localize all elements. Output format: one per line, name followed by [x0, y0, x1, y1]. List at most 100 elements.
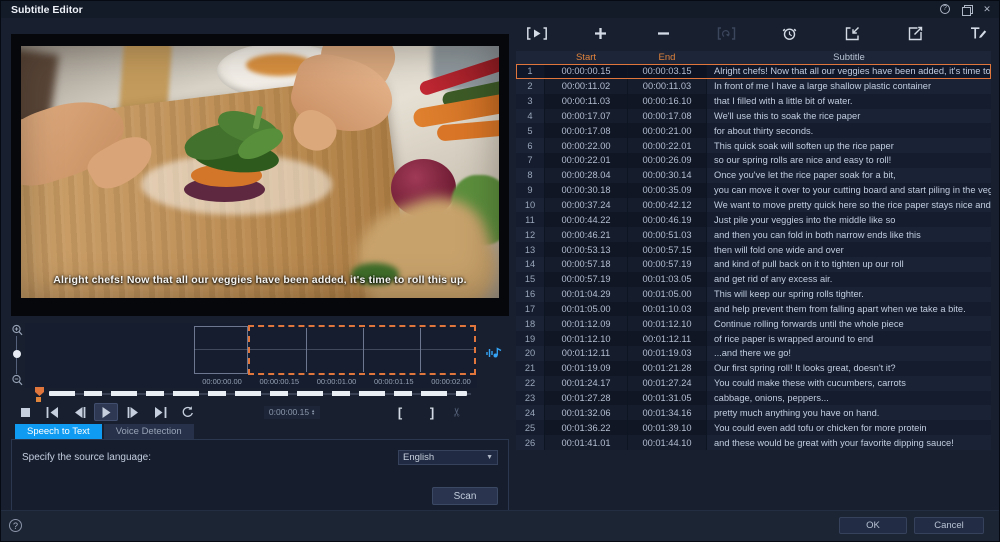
row-start-time: 00:00:30.18: [545, 183, 627, 198]
tab-voice-detection[interactable]: Voice Detection: [104, 424, 194, 439]
timeline-selection[interactable]: [248, 325, 476, 375]
table-row[interactable]: 4 00:00:17.07 00:00:17.08 We'll use this…: [516, 109, 991, 124]
table-row[interactable]: 8 00:00:28.04 00:00:30.14 Once you've le…: [516, 168, 991, 183]
row-number: 17: [516, 302, 544, 317]
timeline-frame[interactable]: [194, 326, 248, 374]
row-end-time: 00:00:51.03: [628, 227, 706, 242]
text-options-button[interactable]: [965, 23, 991, 43]
stop-button[interactable]: [13, 403, 37, 421]
row-end-time: 00:00:21.00: [628, 123, 706, 138]
row-subtitle-text: Once you've let the rice paper soak for …: [707, 168, 991, 183]
table-row[interactable]: 15 00:00:57.19 00:01:03.05 and get rid o…: [516, 272, 991, 287]
row-number: 12: [516, 227, 544, 242]
table-row[interactable]: 25 00:01:36.22 00:01:39.10 You could eve…: [516, 420, 991, 435]
table-row[interactable]: 24 00:01:32.06 00:01:34.16 pretty much a…: [516, 405, 991, 420]
timeline-tick-label: 00:00:02.00: [423, 377, 479, 386]
table-row[interactable]: 16 00:01:04.29 00:01:05.00 This will kee…: [516, 287, 991, 302]
table-row[interactable]: 1 00:00:00.15 00:00:03.15 Alright chefs!…: [516, 64, 991, 79]
language-dropdown[interactable]: English ▼: [398, 450, 498, 465]
row-end-time: 00:00:35.09: [628, 183, 706, 198]
go-to-end-button[interactable]: [148, 403, 172, 421]
table-row[interactable]: 26 00:01:41.01 00:01:44.10 and these wou…: [516, 435, 991, 450]
go-to-start-button[interactable]: [40, 403, 64, 421]
repeat-button[interactable]: [175, 403, 199, 421]
merge-subtitles-button[interactable]: [713, 23, 739, 43]
timeline-tick-label: 00:00:01.00: [309, 377, 365, 386]
scissors-icon: ✂: [450, 407, 464, 417]
table-row[interactable]: 18 00:01:12.09 00:01:12.10 Continue roll…: [516, 316, 991, 331]
table-row[interactable]: 7 00:00:22.01 00:00:26.09 so our spring …: [516, 153, 991, 168]
zoom-in-icon[interactable]: [11, 324, 24, 337]
tab-speech-to-text[interactable]: Speech to Text: [15, 424, 102, 439]
table-row[interactable]: 5 00:00:17.08 00:00:21.00 for about thir…: [516, 123, 991, 138]
delete-subtitle-button[interactable]: [650, 23, 676, 43]
table-row[interactable]: 21 00:01:19.09 00:01:21.28 Our first spr…: [516, 361, 991, 376]
scan-button[interactable]: Scan: [432, 487, 498, 505]
restore-window-button[interactable]: [960, 3, 972, 15]
go-to-start-icon: [46, 407, 59, 418]
mark-out-button[interactable]: ]: [424, 405, 440, 420]
adjust-time-button[interactable]: [776, 23, 802, 43]
text-options-icon: [970, 26, 987, 40]
play-selected-subtitle-button[interactable]: [524, 23, 550, 43]
ok-button[interactable]: OK: [839, 517, 907, 534]
row-end-time: 00:00:46.19: [628, 212, 706, 227]
video-preview: Alright chefs! Now that all our veggies …: [11, 34, 509, 316]
add-subtitle-button[interactable]: [587, 23, 613, 43]
row-end-time: 00:01:27.24: [628, 376, 706, 391]
cancel-button[interactable]: Cancel: [914, 517, 984, 534]
row-number: 2: [516, 79, 544, 94]
table-row[interactable]: 3 00:00:11.03 00:00:16.10 that I filled …: [516, 94, 991, 109]
row-end-time: 00:00:03.15: [628, 64, 706, 79]
help-window-button[interactable]: ?: [939, 3, 951, 15]
mark-in-button[interactable]: [: [392, 405, 408, 420]
table-row[interactable]: 22 00:01:24.17 00:01:27.24 You could mak…: [516, 376, 991, 391]
row-start-time: 00:01:36.22: [545, 420, 627, 435]
split-button[interactable]: ✂: [450, 407, 464, 417]
zoom-out-icon[interactable]: [11, 374, 24, 387]
row-subtitle-text: cabbage, onions, peppers...: [707, 391, 991, 406]
playhead-marker[interactable]: [35, 387, 44, 396]
table-row[interactable]: 20 00:01:12.11 00:01:19.03 ...and there …: [516, 346, 991, 361]
table-row[interactable]: 17 00:01:05.00 00:01:10.03 and help prev…: [516, 302, 991, 317]
previous-frame-button[interactable]: [67, 403, 91, 421]
timeline-ticks: 00:00:00.0000:00:00.1500:00:01.0000:00:0…: [194, 377, 479, 386]
row-end-time: 00:00:42.12: [628, 198, 706, 213]
header-start: Start: [545, 51, 627, 64]
timeline-track[interactable]: 00:00:00.0000:00:00.1500:00:01.0000:00:0…: [25, 323, 477, 388]
row-number: 9: [516, 183, 544, 198]
timecode-spinner[interactable]: ▲▼: [311, 409, 315, 415]
close-window-button[interactable]: ✕: [981, 3, 993, 15]
table-row[interactable]: 19 00:01:12.10 00:01:12.11 of rice paper…: [516, 331, 991, 346]
row-number: 26: [516, 435, 544, 450]
table-row[interactable]: 14 00:00:57.18 00:00:57.19 and kind of p…: [516, 257, 991, 272]
minus-icon: [657, 27, 670, 40]
zoom-slider-handle[interactable]: [13, 350, 21, 358]
table-row[interactable]: 13 00:00:53.13 00:00:57.15 then will fol…: [516, 242, 991, 257]
row-subtitle-text: and kind of pull back on it to tighten u…: [707, 257, 991, 272]
row-subtitle-text: you can move it over to your cutting boa…: [707, 183, 991, 198]
table-row[interactable]: 11 00:00:44.22 00:00:46.19 Just pile you…: [516, 212, 991, 227]
scrub-bar[interactable]: [25, 389, 477, 401]
row-start-time: 00:01:12.09: [545, 316, 627, 331]
timecode-field[interactable]: 0:00:00.15 ▲▼: [264, 406, 320, 419]
row-subtitle-text: Just pile your veggies into the middle l…: [707, 212, 991, 227]
waveform-icon[interactable]: [485, 344, 503, 360]
next-frame-button[interactable]: [121, 403, 145, 421]
source-language-label: Specify the source language:: [22, 452, 151, 463]
row-end-time: 00:00:57.19: [628, 257, 706, 272]
table-row[interactable]: 6 00:00:22.00 00:00:22.01 This quick soa…: [516, 138, 991, 153]
row-subtitle-text: and get rid of any excess air.: [707, 272, 991, 287]
table-row[interactable]: 2 00:00:11.02 00:00:11.03 In front of me…: [516, 79, 991, 94]
table-row[interactable]: 12 00:00:46.21 00:00:51.03 and then you …: [516, 227, 991, 242]
table-row[interactable]: 23 00:01:27.28 00:01:31.05 cabbage, onio…: [516, 391, 991, 406]
play-button[interactable]: [94, 403, 118, 421]
export-subtitle-button[interactable]: [902, 23, 928, 43]
row-start-time: 00:00:11.03: [545, 94, 627, 109]
row-start-time: 00:01:05.00: [545, 302, 627, 317]
table-row[interactable]: 10 00:00:37.24 00:00:42.12 We want to mo…: [516, 198, 991, 213]
help-button[interactable]: ?: [9, 519, 22, 532]
row-start-time: 00:00:11.02: [545, 79, 627, 94]
import-subtitle-button[interactable]: [839, 23, 865, 43]
table-row[interactable]: 9 00:00:30.18 00:00:35.09 you can move i…: [516, 183, 991, 198]
